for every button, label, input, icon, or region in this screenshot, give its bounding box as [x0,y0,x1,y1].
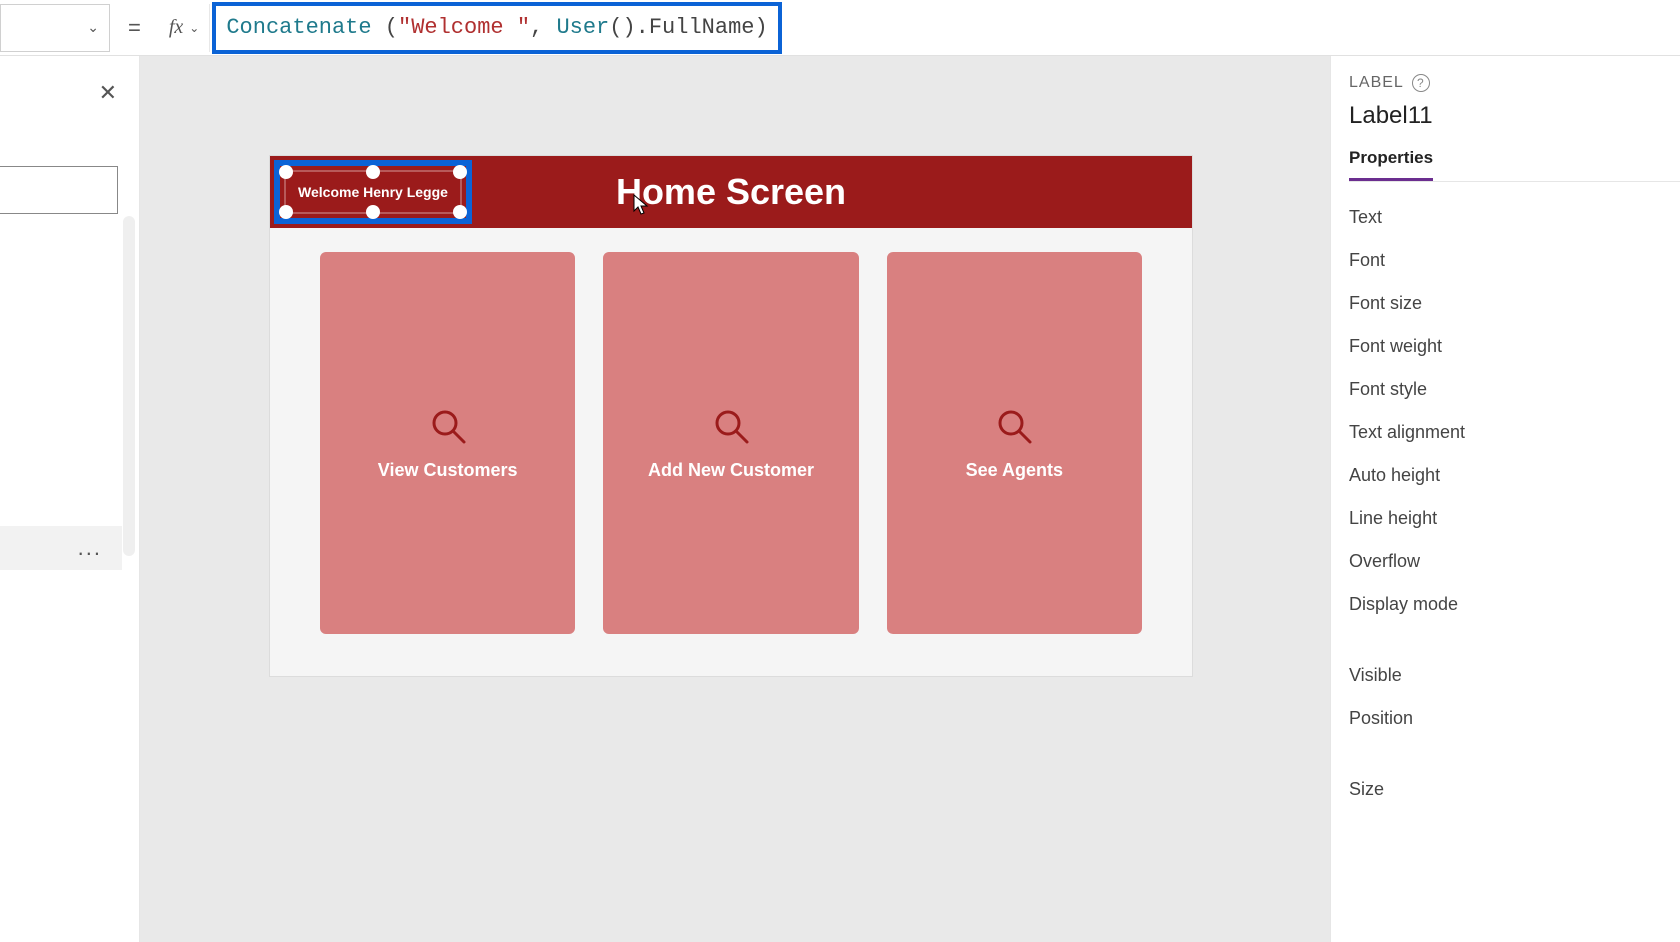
prop-visible[interactable]: Visible [1349,654,1680,697]
prop-text-alignment[interactable]: Text alignment [1349,411,1680,454]
close-icon[interactable]: ✕ [99,80,117,106]
tab-properties[interactable]: Properties [1349,148,1433,181]
tree-view-panel: ✕ ... [0,56,140,942]
workspace: ✕ ... Welcome Henry Legge Home [0,56,1680,942]
help-icon[interactable]: ? [1412,74,1430,92]
prop-overflow[interactable]: Overflow [1349,540,1680,583]
card-row: View Customers Add New Customer See Agen… [270,228,1192,674]
formula-token-string: "Welcome " [398,15,530,40]
ellipsis-icon: ... [78,535,102,561]
prop-display-mode[interactable]: Display mode [1349,583,1680,626]
formula-input-highlight: Concatenate ("Welcome ", User().FullName… [212,2,781,54]
app-header: Welcome Henry Legge Home Screen [270,156,1192,228]
card-label: See Agents [966,460,1063,481]
equals-sign: = [110,15,159,41]
prop-font-weight[interactable]: Font weight [1349,325,1680,368]
selected-control-outline[interactable]: Welcome Henry Legge [274,160,472,224]
control-name[interactable]: Label11 [1349,102,1680,130]
prop-text[interactable]: Text [1349,196,1680,239]
formula-bar: ⌄ = fx ⌄ Concatenate ("Welcome ", User()… [0,0,1680,56]
app-screen[interactable]: Welcome Henry Legge Home Screen [270,156,1192,676]
chevron-down-icon: ⌄ [189,21,199,35]
fx-label: fx [169,16,183,39]
prop-font-style[interactable]: Font style [1349,368,1680,411]
card-label: Add New Customer [648,460,814,481]
property-selector-dropdown[interactable]: ⌄ [0,4,110,52]
fx-button[interactable]: fx ⌄ [159,4,211,52]
control-type-row: LABEL ? [1349,74,1680,92]
formula-token-paren-open: ( [372,15,398,40]
control-type-label: LABEL [1349,74,1404,92]
formula-token-paren-close: ) [754,15,767,40]
screen-title-label[interactable]: Home Screen [616,171,846,213]
search-icon [994,406,1034,446]
formula-token-function: Concatenate [226,15,371,40]
formula-token-call: () [609,15,635,40]
formula-token-comma: , [530,15,556,40]
resize-handle-top-mid[interactable] [366,165,380,179]
prop-font[interactable]: Font [1349,239,1680,282]
properties-tabs: Properties [1349,148,1680,182]
prop-size[interactable]: Size [1349,768,1680,811]
card-view-customers[interactable]: View Customers [320,252,575,634]
tree-item-more[interactable]: ... [0,526,122,570]
formula-token-object: User [556,15,609,40]
scrollbar[interactable] [123,216,135,556]
card-add-customer[interactable]: Add New Customer [603,252,858,634]
properties-list: Text Font Font size Font weight Font sty… [1349,196,1680,811]
card-label: View Customers [378,460,518,481]
resize-handle-bottom-left[interactable] [279,205,293,219]
formula-token-property: FullName [649,15,755,40]
prop-font-size[interactable]: Font size [1349,282,1680,325]
formula-token-dot: . [636,15,649,40]
prop-line-height[interactable]: Line height [1349,497,1680,540]
chevron-down-icon: ⌄ [87,19,99,36]
canvas-area[interactable]: Welcome Henry Legge Home Screen [140,56,1330,942]
resize-handle-bottom-mid[interactable] [366,205,380,219]
properties-panel: LABEL ? Label11 Properties Text Font Fon… [1330,56,1680,942]
search-icon [428,406,468,446]
search-icon [711,406,751,446]
card-see-agents[interactable]: See Agents [887,252,1142,634]
resize-handle-top-left[interactable] [279,165,293,179]
resize-handle-top-right[interactable] [453,165,467,179]
formula-input[interactable]: Concatenate ("Welcome ", User().FullName… [226,15,767,40]
resize-handle-bottom-right[interactable] [453,205,467,219]
prop-position[interactable]: Position [1349,697,1680,740]
tree-search-input[interactable] [0,166,118,214]
prop-auto-height[interactable]: Auto height [1349,454,1680,497]
